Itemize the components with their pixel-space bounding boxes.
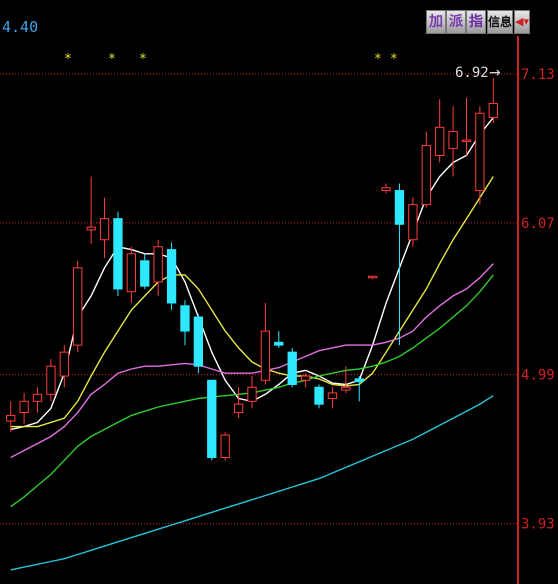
candle-5: [73, 260, 83, 353]
y-axis-labels: 7.13 6.07 4.99 3.93: [521, 67, 555, 533]
candle-29: [394, 183, 405, 346]
candle-body: [73, 267, 83, 346]
candle-30: [408, 197, 418, 247]
candle-body: [435, 126, 445, 156]
speaker-icon: ◀▾: [515, 15, 529, 28]
candle-body: [153, 246, 163, 283]
candle-body: [46, 365, 56, 395]
y-tick-label-2: 4.99: [521, 368, 555, 384]
candle-body: [488, 102, 498, 118]
candle-24: [327, 387, 338, 409]
candle-body: [287, 351, 297, 385]
star-mark: *: [390, 52, 398, 67]
y-tick-label-0: 7.13: [521, 67, 555, 83]
add-button[interactable]: 加: [426, 10, 446, 34]
candle-27: [367, 275, 378, 280]
candle-body: [32, 393, 43, 402]
candle-body: [421, 145, 431, 206]
candle-body: [19, 400, 29, 414]
candle-11: [153, 239, 163, 296]
star-mark: *: [374, 52, 382, 67]
star-mark: *: [108, 52, 116, 67]
corner-value: 4.40: [2, 18, 38, 36]
price-marker: 6.92: [455, 65, 489, 81]
candle-7: [99, 197, 110, 259]
candle-body: [408, 204, 418, 241]
candle-10: [140, 253, 150, 289]
candle-20: [274, 331, 284, 348]
y-tick-label-1: 6.07: [521, 216, 555, 232]
candle-15: [207, 379, 217, 461]
candle-18: [247, 376, 257, 409]
candle-19: [260, 302, 271, 385]
star-markers: * * * * *: [64, 52, 398, 67]
candle-21: [287, 347, 297, 388]
candle-body: [394, 190, 405, 225]
star-mark: *: [139, 52, 147, 67]
candle-26: [354, 376, 364, 402]
candle-23: [314, 384, 324, 409]
y-tick-label-3: 3.93: [521, 517, 555, 533]
candle-body: [327, 392, 338, 400]
candle-body: [475, 112, 485, 192]
candle-body: [113, 218, 123, 290]
candle-body: [166, 249, 177, 304]
speaker-menu-button[interactable]: ◀▾: [514, 10, 530, 34]
candle-body: [461, 139, 472, 142]
candle-body: [99, 218, 110, 241]
candle-body: [367, 275, 378, 279]
candle-body: [233, 403, 244, 414]
candle-body: [260, 330, 271, 381]
candle-body: [247, 386, 257, 402]
candle-body: [300, 375, 311, 381]
candle-body: [6, 414, 16, 422]
candle-body: [86, 226, 96, 231]
candle-32: [435, 99, 445, 163]
candle-8: [113, 211, 123, 296]
candle-28: [381, 183, 391, 194]
candle-16: [220, 432, 230, 461]
candle-13: [180, 300, 190, 346]
candle-36: [488, 78, 498, 124]
candle-35: [475, 106, 485, 205]
candle-body: [59, 351, 69, 377]
candle-body: [180, 305, 190, 332]
candle-14: [193, 314, 204, 374]
kline-chart: * * * * * 7.13 6.07 4.99 3.93 4.40 6.92 →: [0, 18, 555, 584]
info-button[interactable]: 信息: [487, 10, 513, 34]
candle-body: [126, 253, 137, 293]
candle-3: [46, 359, 56, 402]
candle-body: [341, 386, 351, 391]
candle-17: [233, 387, 244, 419]
candle-2: [32, 387, 43, 413]
candle-0: [6, 401, 16, 433]
candle-body: [207, 379, 217, 459]
candle-body: [314, 386, 324, 405]
candle-body: [354, 378, 364, 383]
candle-body: [220, 434, 230, 459]
candlesticks: [6, 78, 498, 461]
candle-body: [193, 316, 204, 367]
candle-12: [166, 242, 177, 310]
ma-line-4: [10, 395, 494, 571]
moving-average-lines: [10, 117, 494, 571]
candle-body: [381, 187, 391, 192]
star-mark: *: [64, 52, 72, 67]
candle-body: [140, 260, 150, 287]
candle-9: [126, 246, 137, 303]
ma-line-2: [10, 263, 494, 459]
candle-body: [274, 341, 284, 346]
indicator-button[interactable]: 指: [466, 10, 486, 34]
candle-31: [421, 131, 431, 208]
candle-body: [448, 131, 458, 149]
candle-6: [86, 176, 96, 244]
candle-1: [19, 392, 29, 424]
price-marker-arrow: →: [489, 65, 501, 81]
dispatch-button[interactable]: 派: [446, 10, 466, 34]
candle-34: [461, 97, 472, 156]
